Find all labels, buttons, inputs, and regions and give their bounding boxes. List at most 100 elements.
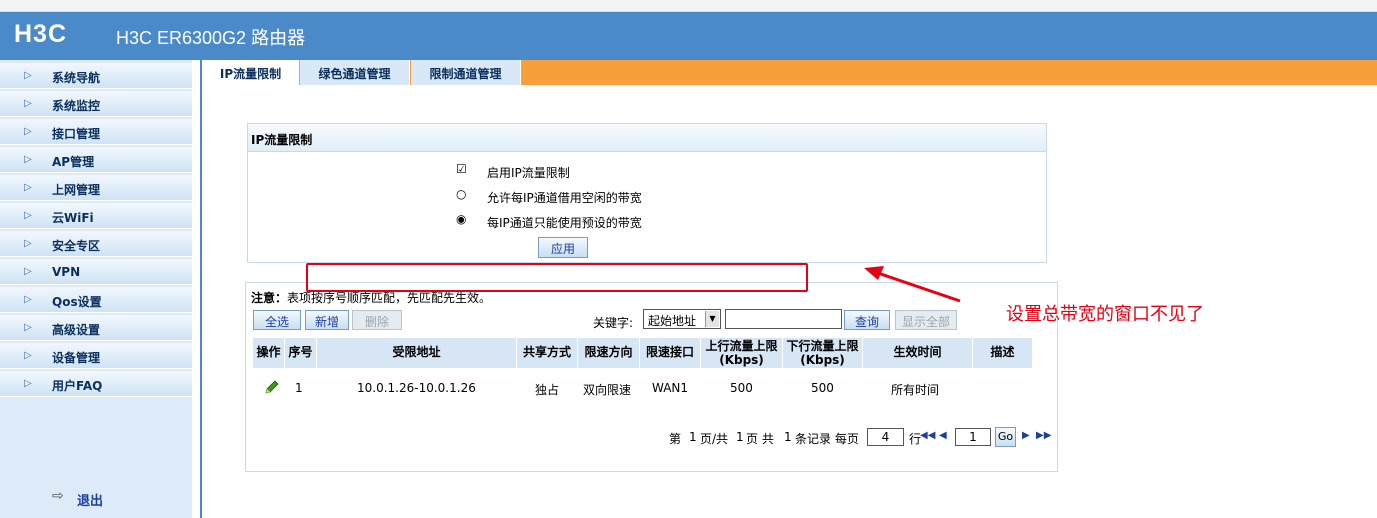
sidebar-item-faq[interactable]: ▷ 用户FAQ bbox=[0, 371, 192, 397]
row-downstream: 500 bbox=[811, 381, 834, 395]
ip-rate-limit-panel: IP流量限制 bbox=[247, 123, 1047, 263]
pager-text-4: 条记录 每页 bbox=[795, 432, 859, 446]
chevron-down-icon: ▼ bbox=[705, 311, 719, 327]
col-interface: 限速接口 bbox=[640, 338, 701, 368]
delete-button[interactable]: 删除 bbox=[352, 310, 402, 330]
search-button[interactable]: 查询 bbox=[844, 310, 890, 330]
header: H3C H3C ER6300G2 路由器 bbox=[0, 12, 1377, 60]
sidebar-item-device[interactable]: ▷ 设备管理 bbox=[0, 343, 192, 369]
arrow-icon: ▷ bbox=[24, 238, 32, 249]
col-address: 受限地址 bbox=[317, 338, 517, 368]
row-share: 独占 bbox=[535, 383, 560, 397]
arrow-icon: ▷ bbox=[24, 294, 32, 305]
sidebar-item-label: 高级设置 bbox=[52, 323, 101, 337]
sidebar-item-label: 安全专区 bbox=[52, 239, 101, 253]
last-page-icon[interactable]: ▶▶ bbox=[1036, 430, 1051, 441]
allow-borrow-radio[interactable]: ○ bbox=[456, 187, 466, 201]
sidebar-item-label: 接口管理 bbox=[52, 127, 101, 141]
allow-borrow-label: 允许每IP通道借用空闲的带宽 bbox=[487, 191, 642, 205]
sidebar-item-system-monitor[interactable]: ▷ 系统监控 bbox=[0, 91, 192, 117]
panel-header: IP流量限制 bbox=[248, 124, 1046, 152]
arrow-icon: ▷ bbox=[24, 154, 32, 165]
sidebar-item-advanced[interactable]: ▷ 高级设置 bbox=[0, 315, 192, 341]
col-direction: 限速方向 bbox=[578, 338, 640, 368]
sidebar-item-label: 系统导航 bbox=[52, 71, 101, 85]
preset-only-label: 每IP通道只能使用预设的带宽 bbox=[487, 216, 642, 230]
preset-only-radio[interactable]: ◉ bbox=[456, 212, 466, 226]
arrow-icon: ▷ bbox=[24, 98, 32, 109]
pager-text-2: 页/共 bbox=[700, 432, 729, 446]
pager-current-page: 1 bbox=[689, 430, 697, 444]
show-all-button[interactable]: 显示全部 bbox=[895, 310, 957, 330]
note-body: 表项按序号顺序匹配，先匹配先生效。 bbox=[287, 291, 492, 305]
col-effective-time: 生效时间 bbox=[863, 338, 973, 368]
enable-limit-checkbox[interactable]: ☑ bbox=[456, 162, 467, 176]
edit-pencil-icon[interactable] bbox=[264, 379, 280, 395]
first-page-icon[interactable]: ◀◀ bbox=[920, 430, 935, 441]
table-header: 操作 序号 受限地址 共享方式 限速方向 限速接口 上行流量上限 (Kbps) … bbox=[253, 338, 1033, 368]
tab-green-channel[interactable]: 绿色通道管理 bbox=[300, 60, 410, 85]
enable-limit-label: 启用IP流量限制 bbox=[487, 166, 570, 180]
sidebar-item-label: AP管理 bbox=[52, 155, 95, 169]
col-description: 描述 bbox=[973, 338, 1033, 368]
select-all-button[interactable]: 全选 bbox=[253, 310, 301, 330]
col-action: 操作 bbox=[253, 338, 285, 368]
pager-total-records: 1 bbox=[784, 430, 792, 444]
sidebar-item-ap[interactable]: ▷ AP管理 bbox=[0, 147, 192, 173]
sidebar-divider bbox=[200, 60, 202, 518]
arrow-icon: ▷ bbox=[24, 322, 32, 333]
go-button[interactable]: Go bbox=[995, 427, 1016, 447]
keyword-select[interactable]: 起始地址 ▼ bbox=[643, 309, 721, 329]
add-button[interactable]: 新增 bbox=[305, 310, 349, 330]
col-share: 共享方式 bbox=[517, 338, 578, 368]
prev-page-icon[interactable]: ◀ bbox=[939, 430, 947, 441]
sidebar-item-label: 云WiFi bbox=[52, 211, 94, 225]
arrow-icon: ▷ bbox=[24, 126, 32, 137]
sidebar-item-label: 设备管理 bbox=[52, 351, 101, 365]
pager-text-3: 页 共 bbox=[746, 432, 774, 446]
keyword-input[interactable] bbox=[725, 309, 842, 329]
sidebar-item-qos[interactable]: ▷ Qos设置 bbox=[0, 287, 192, 313]
row-index: 1 bbox=[295, 381, 303, 395]
logout-link[interactable]: ⇨ 退出 bbox=[52, 488, 132, 509]
sidebar-item-label: Qos设置 bbox=[52, 295, 102, 309]
annotation-highlight-box bbox=[306, 263, 808, 292]
sidebar-item-cloud-wifi[interactable]: ▷ 云WiFi bbox=[0, 203, 192, 229]
browser-strip bbox=[0, 0, 1377, 12]
logout-icon: ⇨ bbox=[52, 488, 64, 504]
col-downstream-limit: 下行流量上限 (Kbps) bbox=[783, 338, 863, 368]
row-interface: WAN1 bbox=[652, 381, 689, 395]
apply-button[interactable]: 应用 bbox=[538, 237, 588, 258]
next-page-icon[interactable]: ▶ bbox=[1022, 430, 1030, 441]
col-index: 序号 bbox=[285, 338, 317, 368]
pager-text-1: 第 bbox=[669, 432, 682, 446]
arrow-icon: ▷ bbox=[24, 210, 32, 221]
per-page-input[interactable]: 4 bbox=[867, 428, 904, 446]
table-row: 1 10.0.1.26-10.0.1.26 独占 双向限速 WAN1 500 5… bbox=[253, 370, 1053, 416]
row-upstream: 500 bbox=[730, 381, 753, 395]
logout-label: 退出 bbox=[77, 494, 104, 509]
arrow-icon: ▷ bbox=[24, 350, 32, 361]
goto-page-input[interactable]: 1 bbox=[955, 428, 991, 446]
panel-title: IP流量限制 bbox=[251, 133, 313, 147]
sidebar-item-vpn[interactable]: ▷ VPN bbox=[0, 259, 192, 285]
keyword-select-value: 起始地址 bbox=[648, 314, 697, 328]
sidebar-item-label: VPN bbox=[52, 265, 81, 279]
tab-ip-rate-limit[interactable]: IP流量限制 bbox=[203, 60, 299, 85]
sidebar-item-internet[interactable]: ▷ 上网管理 bbox=[0, 175, 192, 201]
sidebar-item-interface[interactable]: ▷ 接口管理 bbox=[0, 119, 192, 145]
tab-bar: IP流量限制 绿色通道管理 限制通道管理 bbox=[203, 60, 1377, 85]
col-upstream-limit: 上行流量上限 (Kbps) bbox=[701, 338, 783, 368]
h3c-logo: H3C bbox=[14, 20, 68, 48]
sidebar-item-security[interactable]: ▷ 安全专区 bbox=[0, 231, 192, 257]
arrow-icon: ▷ bbox=[24, 182, 32, 193]
device-model-title: H3C ER6300G2 路由器 bbox=[116, 28, 306, 48]
keyword-label: 关键字: bbox=[593, 316, 634, 330]
tab-limit-channel[interactable]: 限制通道管理 bbox=[411, 60, 521, 85]
annotation-arrow-icon bbox=[864, 266, 961, 303]
pager-total-pages: 1 bbox=[736, 430, 744, 444]
sidebar-item-label: 用户FAQ bbox=[52, 379, 103, 393]
annotation-text: 设置总带宽的窗口不见了 bbox=[1006, 304, 1204, 324]
sidebar-item-label: 系统监控 bbox=[52, 99, 101, 113]
sidebar-item-system-nav[interactable]: ▷ 系统导航 bbox=[0, 63, 192, 89]
